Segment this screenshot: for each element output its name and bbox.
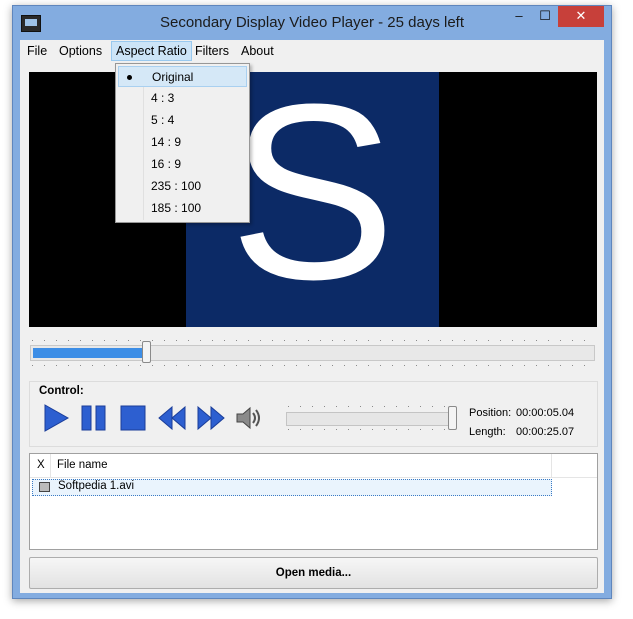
aspect-option-label: 4 : 3: [151, 91, 175, 105]
file-list[interactable]: X File name Softpedia 1.avi: [29, 453, 598, 550]
aspect-option-5-4[interactable]: 5 : 4: [118, 110, 247, 131]
main-window: Secondary Display Video Player - 25 days…: [12, 5, 612, 599]
aspect-ratio-dropdown: Original 4 : 3 5 : 4 14 : 9 16 : 9 235 :…: [115, 63, 250, 223]
control-label: Control:: [39, 385, 84, 397]
file-row[interactable]: Softpedia 1.avi: [32, 479, 552, 496]
fast-forward-icon[interactable]: [195, 402, 227, 434]
film-file-icon: [39, 482, 50, 492]
volume-slider[interactable]: [286, 412, 454, 426]
stop-icon[interactable]: [117, 402, 149, 434]
aspect-option-185-100[interactable]: 185 : 100: [118, 198, 247, 219]
pause-icon[interactable]: [78, 402, 110, 434]
menu-aspect-ratio[interactable]: Aspect Ratio: [111, 41, 192, 61]
volume-ticks-top: [288, 406, 450, 407]
column-header-remove[interactable]: X: [37, 459, 45, 471]
client-area: File Options Aspect Ratio Filters About …: [20, 40, 604, 593]
close-button[interactable]: ✕: [558, 6, 604, 27]
radio-bullet-icon: [127, 75, 132, 80]
column-divider: [551, 454, 552, 477]
open-media-button[interactable]: Open media...: [29, 557, 598, 589]
seek-ticks-bottom: [32, 365, 592, 366]
position-value: 00:00:05.04: [516, 407, 575, 419]
play-icon[interactable]: [40, 402, 72, 434]
menu-file[interactable]: File: [27, 42, 47, 60]
aspect-option-label: 235 : 100: [151, 179, 202, 193]
aspect-option-14-9[interactable]: 14 : 9: [118, 132, 247, 153]
aspect-option-label: 14 : 9: [151, 135, 182, 149]
seek-thumb[interactable]: [142, 341, 151, 363]
aspect-option-original[interactable]: Original: [118, 66, 247, 87]
minimize-button[interactable]: –: [506, 6, 532, 27]
maximize-button[interactable]: ☐: [532, 6, 558, 27]
volume-ticks-bottom: [288, 429, 450, 430]
aspect-option-235-100[interactable]: 235 : 100: [118, 176, 247, 197]
length-value: 00:00:25.07: [516, 426, 575, 438]
list-header: X File name: [30, 454, 597, 478]
aspect-option-label: 16 : 9: [151, 157, 182, 171]
menu-options[interactable]: Options: [59, 42, 102, 60]
column-divider: [50, 454, 51, 477]
position-label: Position:: [469, 407, 512, 419]
volume-thumb[interactable]: [448, 406, 457, 430]
speaker-icon[interactable]: [233, 402, 265, 434]
aspect-option-label: 5 : 4: [151, 113, 175, 127]
aspect-option-label: Original: [152, 70, 194, 84]
aspect-option-label: 185 : 100: [151, 201, 202, 215]
seek-ticks-top: [32, 340, 592, 341]
seek-progress: [33, 348, 145, 358]
column-header-file-name[interactable]: File name: [57, 459, 108, 471]
aspect-option-16-9[interactable]: 16 : 9: [118, 154, 247, 175]
length-label: Length:: [469, 426, 506, 438]
title-bar[interactable]: Secondary Display Video Player - 25 days…: [13, 6, 611, 40]
file-name: Softpedia 1.avi: [58, 480, 135, 492]
rewind-icon[interactable]: [156, 402, 188, 434]
aspect-option-4-3[interactable]: 4 : 3: [118, 88, 247, 109]
seek-bar[interactable]: [30, 345, 595, 361]
